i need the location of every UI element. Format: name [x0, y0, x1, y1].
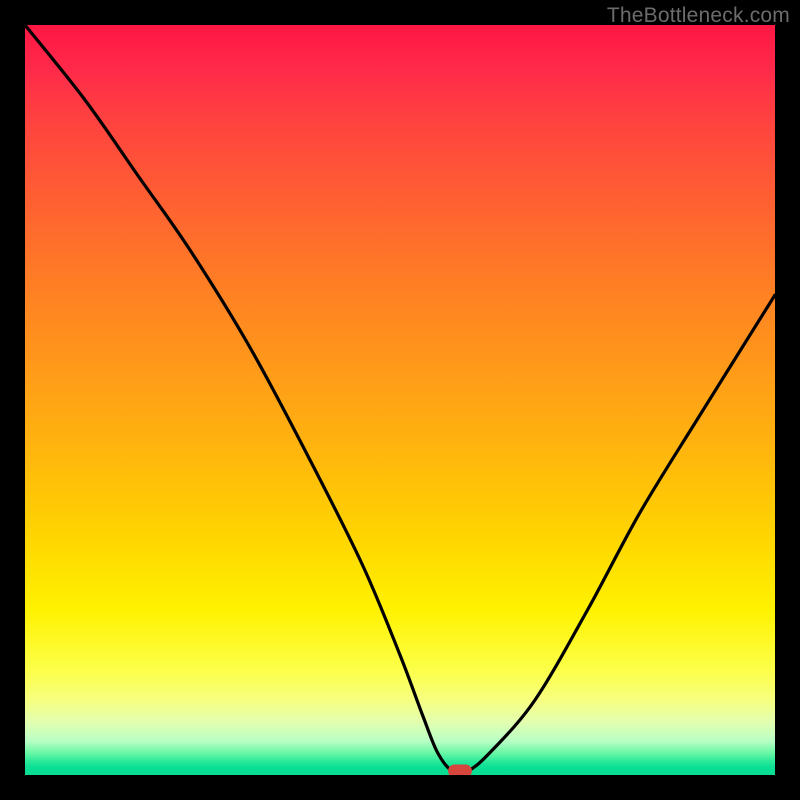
plot-inner	[25, 25, 775, 775]
optimal-marker	[448, 765, 472, 775]
plot-area	[25, 25, 775, 775]
chart-frame: TheBottleneck.com	[0, 0, 800, 800]
watermark-text: TheBottleneck.com	[607, 4, 790, 28]
bottleneck-curve	[25, 25, 775, 775]
